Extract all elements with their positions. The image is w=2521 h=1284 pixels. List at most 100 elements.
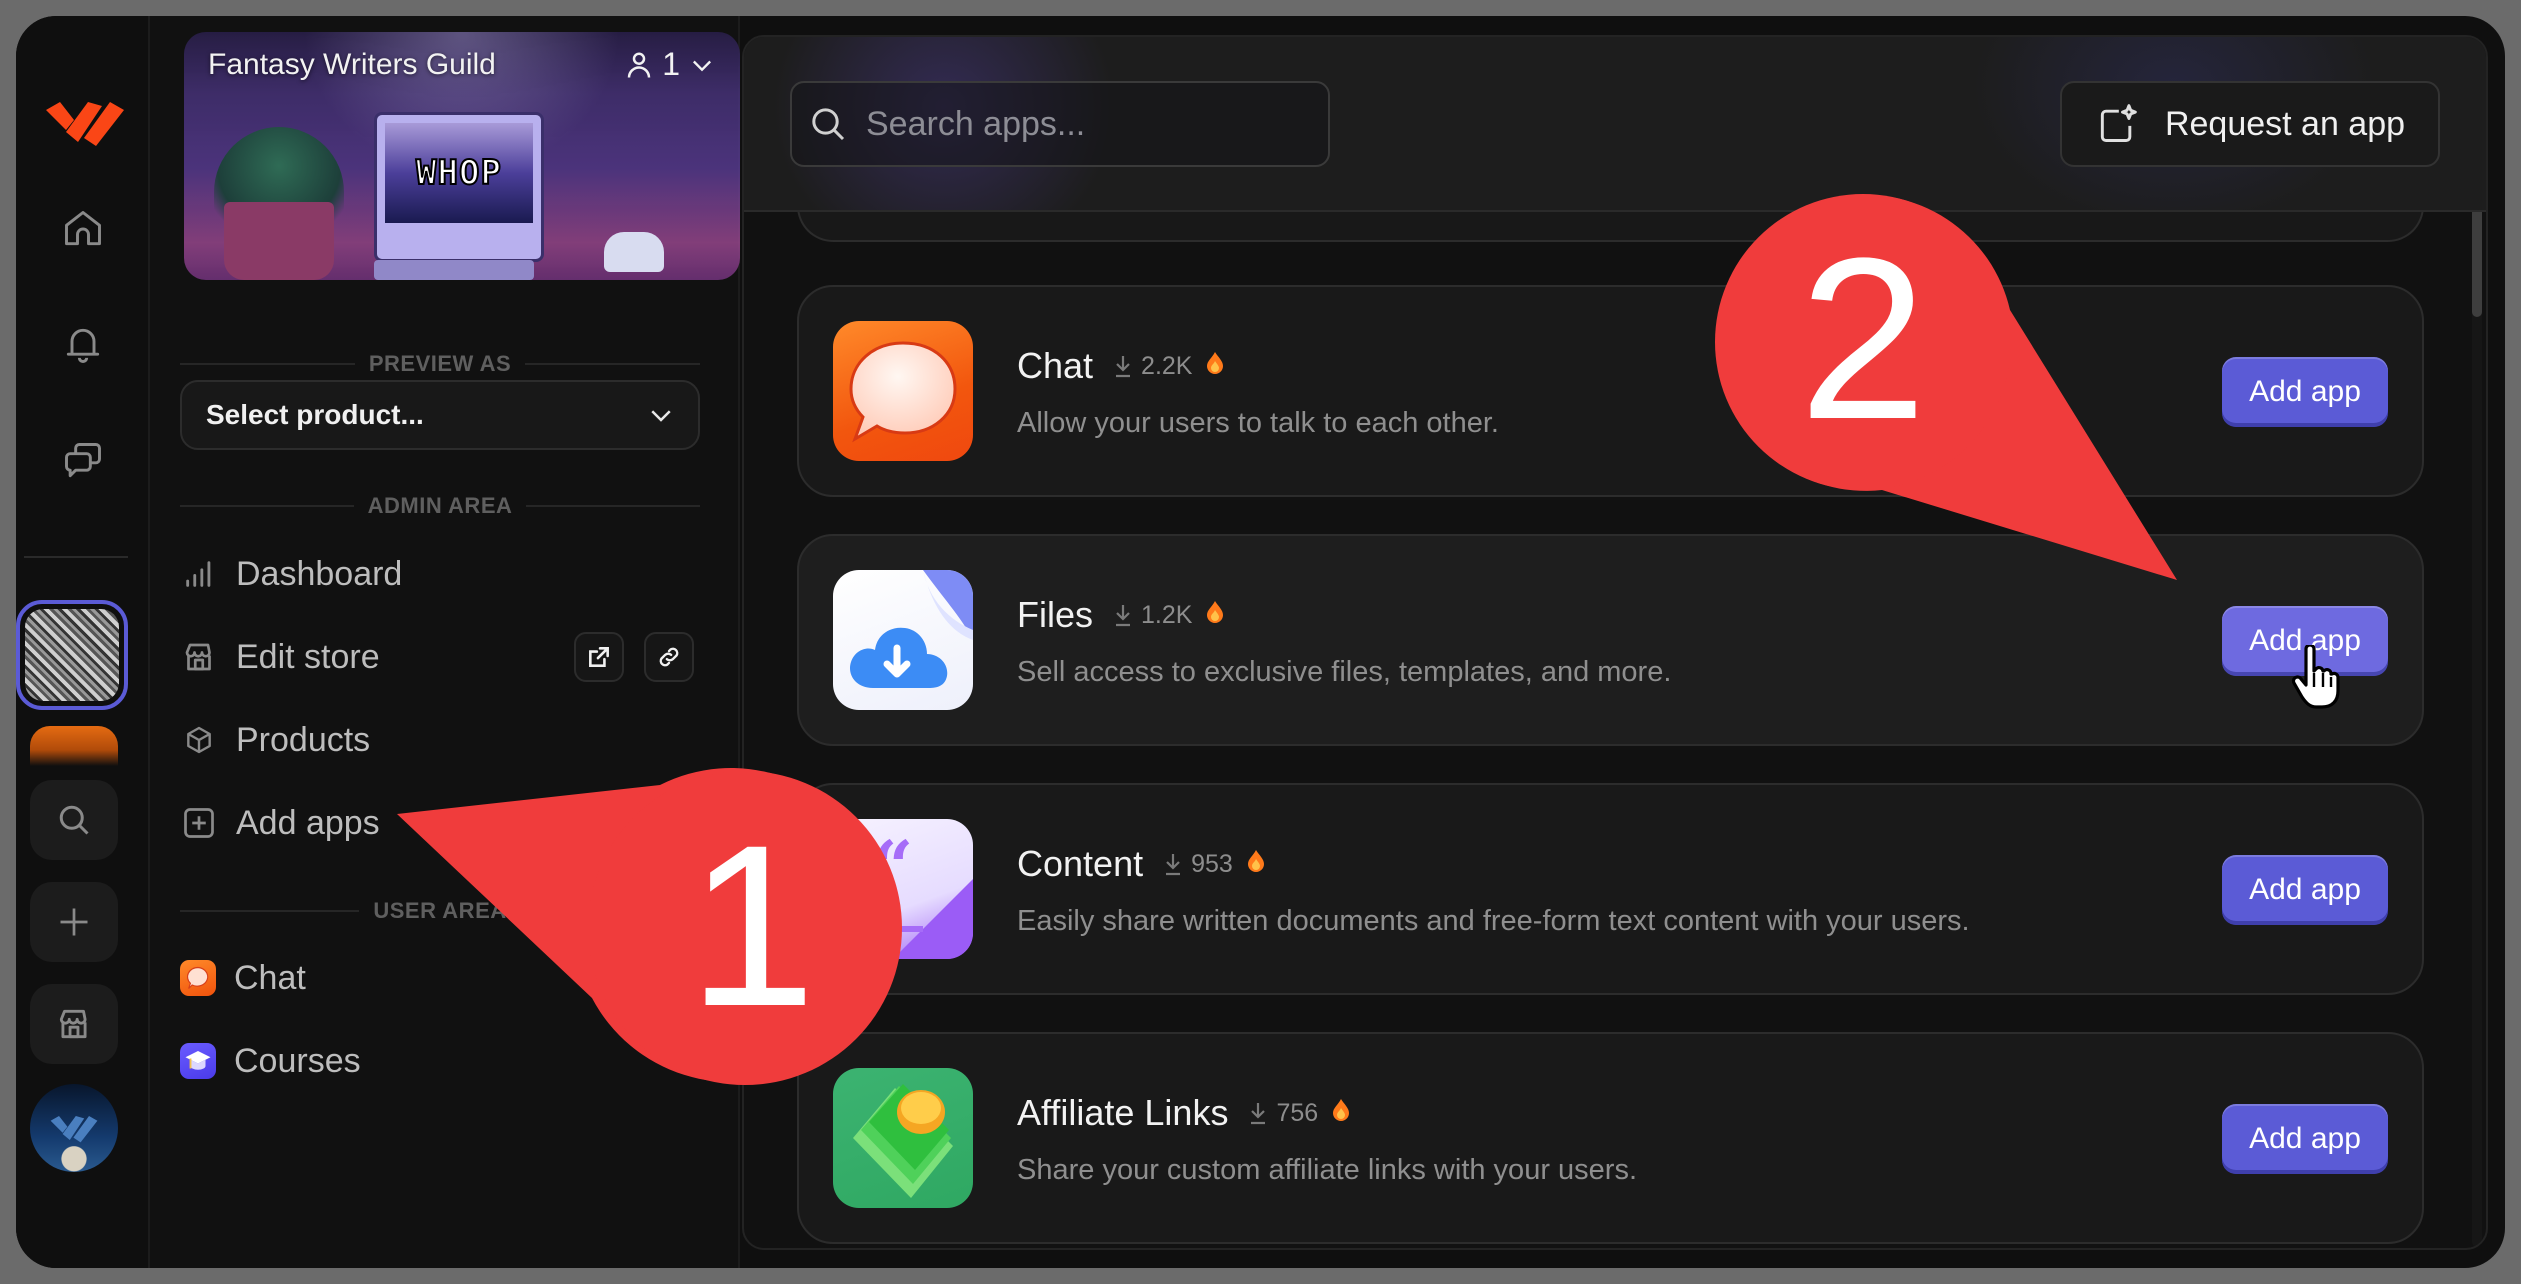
download-count: 953 <box>1161 849 1265 880</box>
open-store-external-button[interactable] <box>574 632 624 682</box>
courses-app-icon <box>180 1043 216 1079</box>
download-count: 2.2K <box>1111 351 1224 382</box>
sidebar-item-courses[interactable]: Courses <box>180 1031 700 1091</box>
banner-screen-text: WHOP <box>415 152 502 194</box>
rail-messages[interactable] <box>56 434 110 488</box>
download-count: 1.2K <box>1111 600 1224 631</box>
banner-keyboard <box>374 260 534 280</box>
preview-product-select[interactable]: Select product... <box>180 380 700 450</box>
search-apps-field[interactable] <box>790 81 1330 167</box>
svg-text:“: “ <box>873 825 913 908</box>
preview-as-label: PREVIEW AS <box>368 351 512 376</box>
sidebar-item-add-apps[interactable]: Add apps <box>180 793 700 853</box>
whop-logo-icon[interactable] <box>44 92 126 152</box>
chevron-down-icon <box>651 410 671 422</box>
sparkle-square-icon <box>2100 104 2137 142</box>
request-app-button[interactable]: Request an app <box>2060 81 2440 167</box>
app-info: Files 1.2K Sell access to exclusive file… <box>1017 594 1671 689</box>
plus-icon <box>60 908 88 936</box>
download-count: 756 <box>1246 1098 1350 1129</box>
user-avatar[interactable] <box>30 1084 118 1172</box>
fire-icon <box>1332 1098 1350 1129</box>
rail-notifications[interactable] <box>56 318 110 372</box>
copy-store-link-button[interactable] <box>644 632 694 682</box>
community-name: Fantasy Writers Guild <box>208 48 496 81</box>
scrollbar[interactable] <box>2472 77 2482 1247</box>
preview-as-divider: PREVIEW AS <box>180 351 701 376</box>
request-app-label: Request an app <box>2164 104 2406 143</box>
admin-area-divider: ADMIN AREA <box>180 493 701 518</box>
bar-chart-icon <box>186 561 211 587</box>
download-icon <box>1251 1103 1266 1125</box>
app-info: Affiliate Links 756 Share your custom af… <box>1017 1092 1637 1187</box>
community-sidebar: WHOP Fantasy Writers Guild 1 PREVIEW AS … <box>150 16 740 1268</box>
download-icon <box>1166 854 1181 876</box>
search-icon <box>59 805 89 835</box>
app-card-content[interactable]: “ Content 953 Easily share written docum… <box>797 783 2424 995</box>
app-name: Files <box>1017 594 1094 635</box>
download-icon <box>1116 356 1131 378</box>
workspace-fantasy-writers-guild[interactable] <box>16 600 128 710</box>
app-description: Share your custom affiliate links with y… <box>1017 1154 1638 1186</box>
app-card-chat[interactable]: Chat 2.2K Allow your users to talk to ea… <box>797 285 2424 497</box>
content-app-icon: “ <box>833 819 973 959</box>
app-list: Chat 2.2K Allow your users to talk to ea… <box>744 152 2486 1248</box>
rail-add-button[interactable] <box>30 882 118 962</box>
sidebar-item-label: Chat <box>234 958 306 997</box>
hand-cursor-icon <box>2291 645 2340 709</box>
files-app-icon <box>833 570 973 710</box>
chat-bubbles-icon <box>65 443 101 478</box>
plus-square-icon <box>184 808 214 838</box>
app-info: Chat 2.2K Allow your users to talk to ea… <box>1017 345 1499 440</box>
user-area-divider: USER AREA <box>180 898 701 923</box>
store-icon <box>185 643 211 671</box>
sidebar-item-label: Dashboard <box>236 554 403 593</box>
add-app-button-content[interactable]: Add app <box>2222 855 2388 925</box>
sidebar-item-chat[interactable]: Chat <box>180 948 700 1008</box>
left-rail <box>16 16 150 1268</box>
app-description: Allow your users to talk to each other. <box>1017 407 1499 439</box>
add-app-button-affiliate-links[interactable]: Add app <box>2222 1104 2388 1174</box>
app-card-files[interactable]: Files 1.2K Sell access to exclusive file… <box>797 534 2424 746</box>
app-name: Chat <box>1017 345 1094 386</box>
banner-monitor: WHOP <box>374 112 544 262</box>
app-description: Easily share written documents and free-… <box>1017 905 1970 937</box>
download-icon <box>1116 605 1131 627</box>
sidebar-item-dashboard[interactable]: Dashboard <box>180 544 700 604</box>
home-icon <box>65 211 101 246</box>
app-window: WHOP Fantasy Writers Guild 1 PREVIEW AS … <box>16 16 2505 1268</box>
search-apps-input[interactable] <box>866 104 1312 144</box>
app-description: Sell access to exclusive files, template… <box>1017 656 1672 688</box>
sidebar-item-label: Courses <box>234 1041 361 1080</box>
sidebar-item-label: Edit store <box>236 637 380 676</box>
sidebar-item-products[interactable]: Products <box>180 710 700 770</box>
whop-avatar-logo-icon <box>50 1116 98 1143</box>
affiliate-links-app-icon <box>833 1068 973 1208</box>
user-icon <box>627 52 651 78</box>
rail-home[interactable] <box>56 202 110 256</box>
member-count: 1 <box>662 46 680 82</box>
app-info: Content 953 Easily share written documen… <box>1017 843 1970 938</box>
fire-icon <box>1206 600 1224 631</box>
box-icon <box>187 726 211 754</box>
rail-search-button[interactable] <box>30 780 118 860</box>
app-store-header: Request an app <box>744 37 2486 212</box>
external-link-icon <box>589 647 609 667</box>
member-count-dropdown[interactable]: 1 <box>624 46 716 83</box>
chat-app-icon <box>180 960 216 996</box>
rail-store-button[interactable] <box>30 984 118 1064</box>
sidebar-item-label: Products <box>236 720 371 759</box>
add-app-button-chat[interactable]: Add app <box>2222 357 2388 427</box>
sidebar-item-edit-store[interactable]: Edit store <box>180 627 700 687</box>
workspace-avatar <box>25 609 119 701</box>
workspace-other[interactable] <box>30 726 118 766</box>
user-area-label: USER AREA <box>373 898 507 923</box>
banner-cat <box>604 232 664 272</box>
rail-divider <box>24 556 128 558</box>
store-icon <box>59 1009 87 1039</box>
community-banner[interactable]: WHOP Fantasy Writers Guild 1 <box>184 32 740 280</box>
search-icon <box>812 108 845 141</box>
app-card-affiliate-links[interactable]: Affiliate Links 756 Share your custom af… <box>797 1032 2424 1244</box>
preview-product-value: Select product... <box>206 399 424 430</box>
sidebar-item-label: Add apps <box>236 803 380 842</box>
